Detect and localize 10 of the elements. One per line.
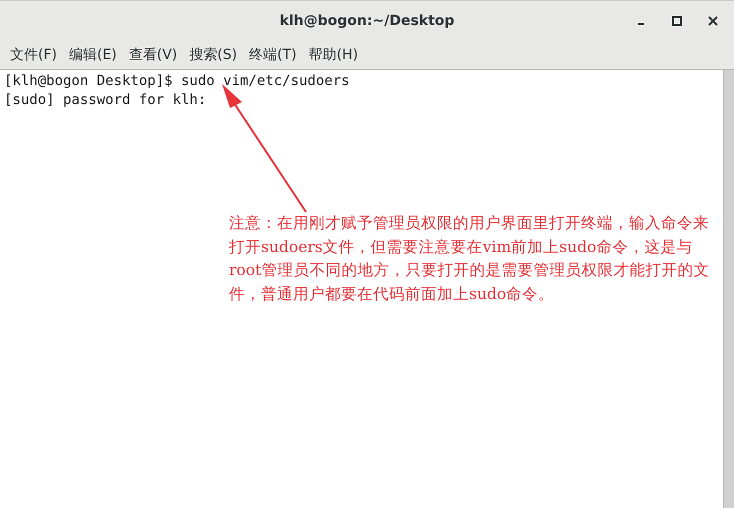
menu-item[interactable]: 终端(T) (243, 46, 303, 64)
menu-item[interactable]: 查看(V) (122, 46, 184, 64)
menu-item[interactable]: 搜索(S) (183, 46, 244, 64)
window-title: klh@bogon:~/Desktop (280, 13, 454, 29)
menu-item[interactable]: 编辑(E) (62, 46, 123, 64)
menu-item[interactable]: 文件(F) (4, 46, 63, 64)
annotation-text: 注意：在用刚才赋予管理员权限的用户界面里打开终端，输入命令来打开sudoers文件，但需要注意要在vim前加上sudo命令，这是与root管理员不同的地方，只要打开的是需要管理员权限才能打开的文件，普通用户都要在代码前面加上sudo命令。 (229, 213, 710, 304)
terminal-line: [sudo] password for klh: (4, 91, 206, 110)
terminal-line: [klh@bogon Desktop]$ sudo vim/etc/sudoers (4, 72, 350, 91)
menu-item[interactable]: 帮助(H) (302, 46, 364, 64)
